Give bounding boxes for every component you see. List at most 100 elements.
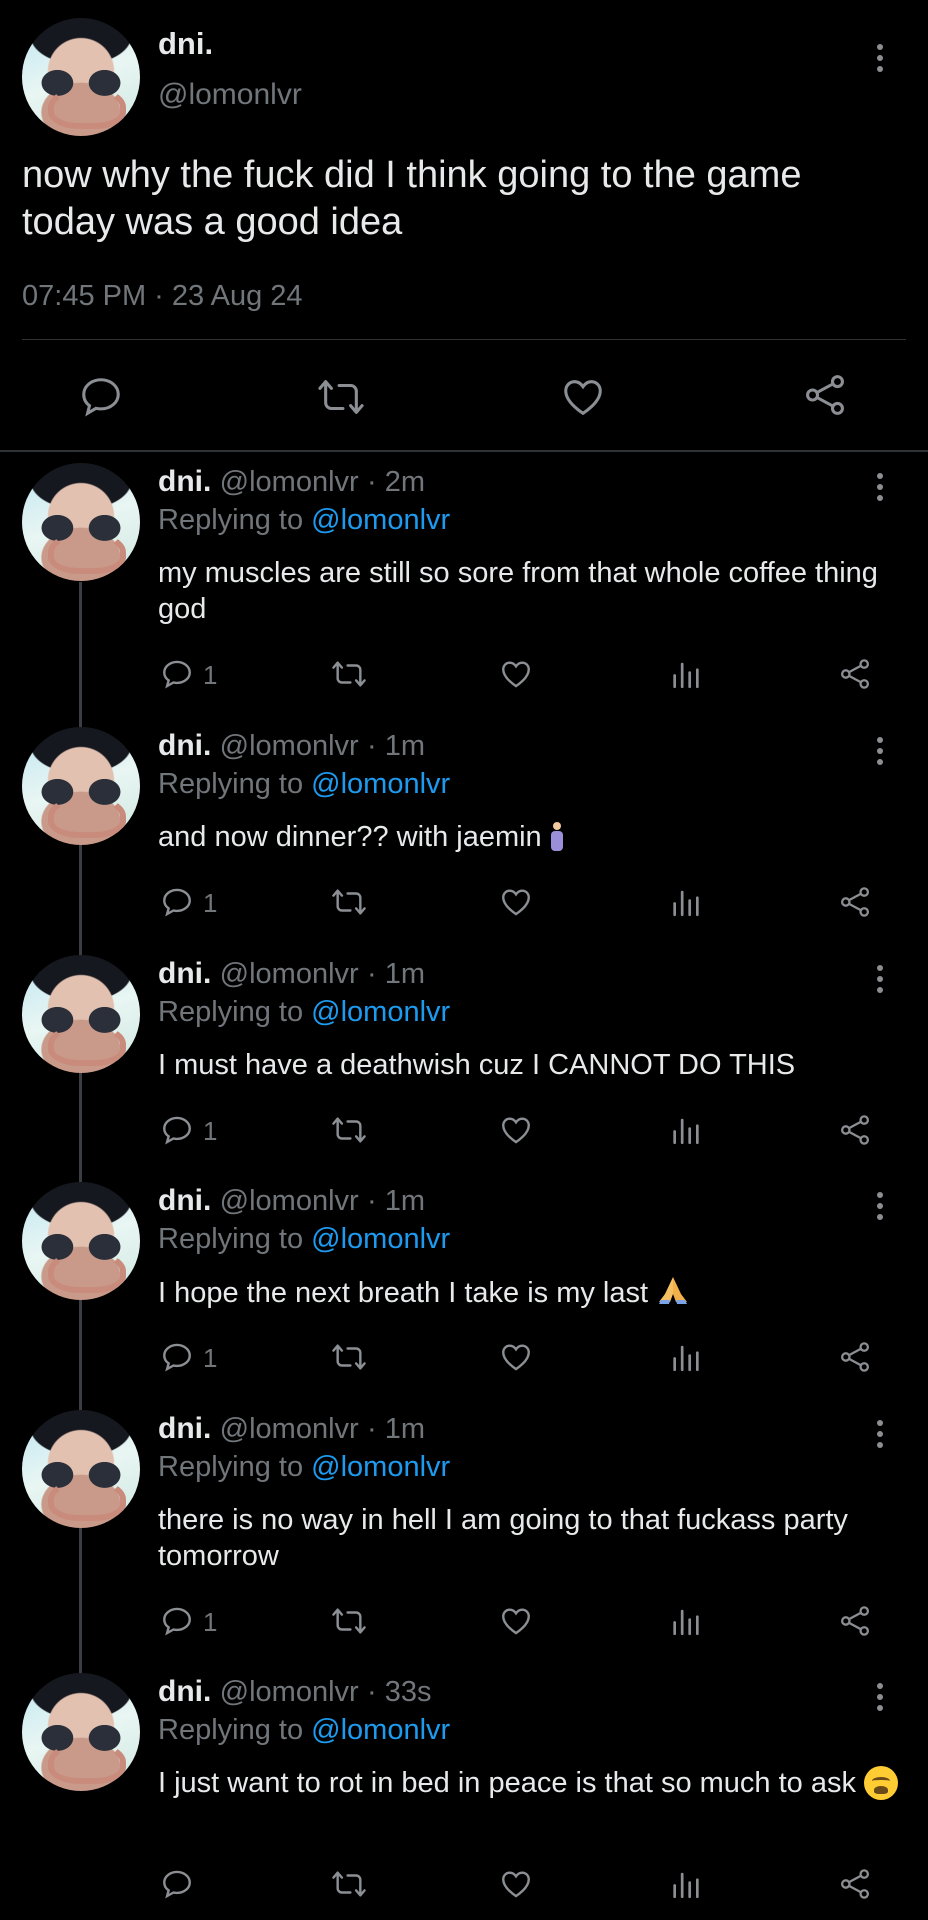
views-icon[interactable] [669,885,703,919]
avatar[interactable] [22,1673,140,1791]
display-name[interactable]: dni. [158,26,213,62]
like-icon[interactable] [499,1604,533,1638]
avatar[interactable] [22,18,140,136]
mention-link[interactable]: @lomonlvr [311,1223,450,1255]
views-icon[interactable] [669,657,703,691]
display-name[interactable]: dni. [158,729,211,762]
retweet-icon[interactable] [330,1867,368,1901]
handle[interactable]: @lomonlvr [220,958,359,990]
reply-count: 1 [203,1343,218,1373]
mention-link[interactable]: @lomonlvr [311,768,450,800]
retweet-icon[interactable] [330,885,368,919]
mention-link[interactable]: @lomonlvr [311,1451,450,1483]
reply-text-content: I must have a deathwish cuz I CANNOT DO … [158,1049,796,1081]
retweet-icon[interactable] [330,657,368,691]
display-name[interactable]: dni. [158,1412,211,1445]
reply-header: dni. @lomonlvr · 1m [158,1412,425,1446]
views-icon[interactable] [669,1867,703,1901]
mention-link[interactable]: @lomonlvr [311,996,450,1028]
comment-icon[interactable] [160,1340,194,1374]
retweet-icon[interactable] [330,1604,368,1638]
reply-time: · 1m [367,730,426,762]
like-icon[interactable] [499,885,533,919]
reply-text: there is no way in hell I am going to th… [158,1502,898,1574]
avatar[interactable] [22,1410,140,1528]
retweet-icon[interactable] [330,1340,368,1374]
retweet-icon[interactable] [316,374,366,420]
share-icon[interactable] [837,1867,873,1901]
more-options-icon[interactable] [874,473,886,501]
more-options-icon[interactable] [874,1420,886,1448]
reply-text: and now dinner?? with jaemin [158,819,898,855]
reply-header: dni. @lomonlvr · 1m [158,957,425,991]
share-icon[interactable] [837,1113,873,1147]
display-name[interactable]: dni. [158,465,211,498]
replying-to: Replying to @lomonlvr [158,1714,450,1747]
replying-to: Replying to @lomonlvr [158,768,450,801]
handle[interactable]: @lomonlvr [220,466,359,498]
reply-text-content: there is no way in hell I am going to th… [158,1504,848,1572]
avatar[interactable] [22,463,140,581]
replying-label: Replying to [158,1451,304,1483]
mention-link[interactable]: @lomonlvr [311,504,450,536]
more-options-icon[interactable] [874,737,886,765]
divider [0,450,928,452]
views-icon[interactable] [669,1113,703,1147]
replying-to: Replying to @lomonlvr [158,1451,450,1484]
share-icon[interactable] [837,885,873,919]
replying-to: Replying to @lomonlvr [158,996,450,1029]
reply-header: dni. @lomonlvr · 1m [158,729,425,763]
comment-icon[interactable] [160,1604,194,1638]
tweet-timestamp: 07:45 PM · 23 Aug 24 [22,280,303,312]
like-icon[interactable] [499,1867,533,1901]
avatar[interactable] [22,1182,140,1300]
reply-text-content: my muscles are still so sore from that w… [158,557,878,625]
handle[interactable]: @lomonlvr [158,78,302,112]
reply-text: I must have a deathwish cuz I CANNOT DO … [158,1047,898,1083]
share-icon[interactable] [837,1604,873,1638]
person-standing-emoji [550,822,564,852]
more-options-icon[interactable] [874,44,886,72]
replying-to: Replying to @lomonlvr [158,1223,450,1256]
display-name[interactable]: dni. [158,1184,211,1217]
reply-text: I just want to rot in bed in peace is th… [158,1765,898,1801]
more-options-icon[interactable] [874,1683,886,1711]
like-icon[interactable] [499,1340,533,1374]
reply-count: 1 [203,1607,218,1637]
handle[interactable]: @lomonlvr [220,1413,359,1445]
reply-text-content: and now dinner?? with jaemin [158,821,542,853]
avatar[interactable] [22,955,140,1073]
like-icon[interactable] [499,657,533,691]
handle[interactable]: @lomonlvr [220,1676,359,1708]
reply-header: dni. @lomonlvr · 2m [158,465,425,499]
comment-icon[interactable] [160,1867,194,1901]
share-icon[interactable] [837,1340,873,1374]
views-icon[interactable] [669,1340,703,1374]
reply-time: · 1m [367,1413,426,1445]
display-name[interactable]: dni. [158,1675,211,1708]
handle[interactable]: @lomonlvr [220,730,359,762]
comment-icon[interactable] [78,374,124,420]
comment-icon[interactable] [160,1113,194,1147]
reply-count: 1 [203,660,218,690]
mention-link[interactable]: @lomonlvr [311,1714,450,1746]
reply-time: · 33s [367,1676,432,1708]
replying-label: Replying to [158,996,304,1028]
share-icon[interactable] [802,372,848,418]
like-icon[interactable] [560,374,606,420]
reply-header: dni. @lomonlvr · 1m [158,1184,425,1218]
more-options-icon[interactable] [874,1192,886,1220]
avatar[interactable] [22,727,140,845]
comment-icon[interactable] [160,657,194,691]
reply-text: I hope the next breath I take is my last [158,1274,898,1311]
display-name[interactable]: dni. [158,957,211,990]
share-icon[interactable] [837,657,873,691]
views-icon[interactable] [669,1604,703,1638]
like-icon[interactable] [499,1113,533,1147]
weary-face-emoji [863,1766,898,1800]
handle[interactable]: @lomonlvr [220,1185,359,1217]
reply-time: · 1m [367,1185,426,1217]
retweet-icon[interactable] [330,1113,368,1147]
comment-icon[interactable] [160,885,194,919]
more-options-icon[interactable] [874,965,886,993]
